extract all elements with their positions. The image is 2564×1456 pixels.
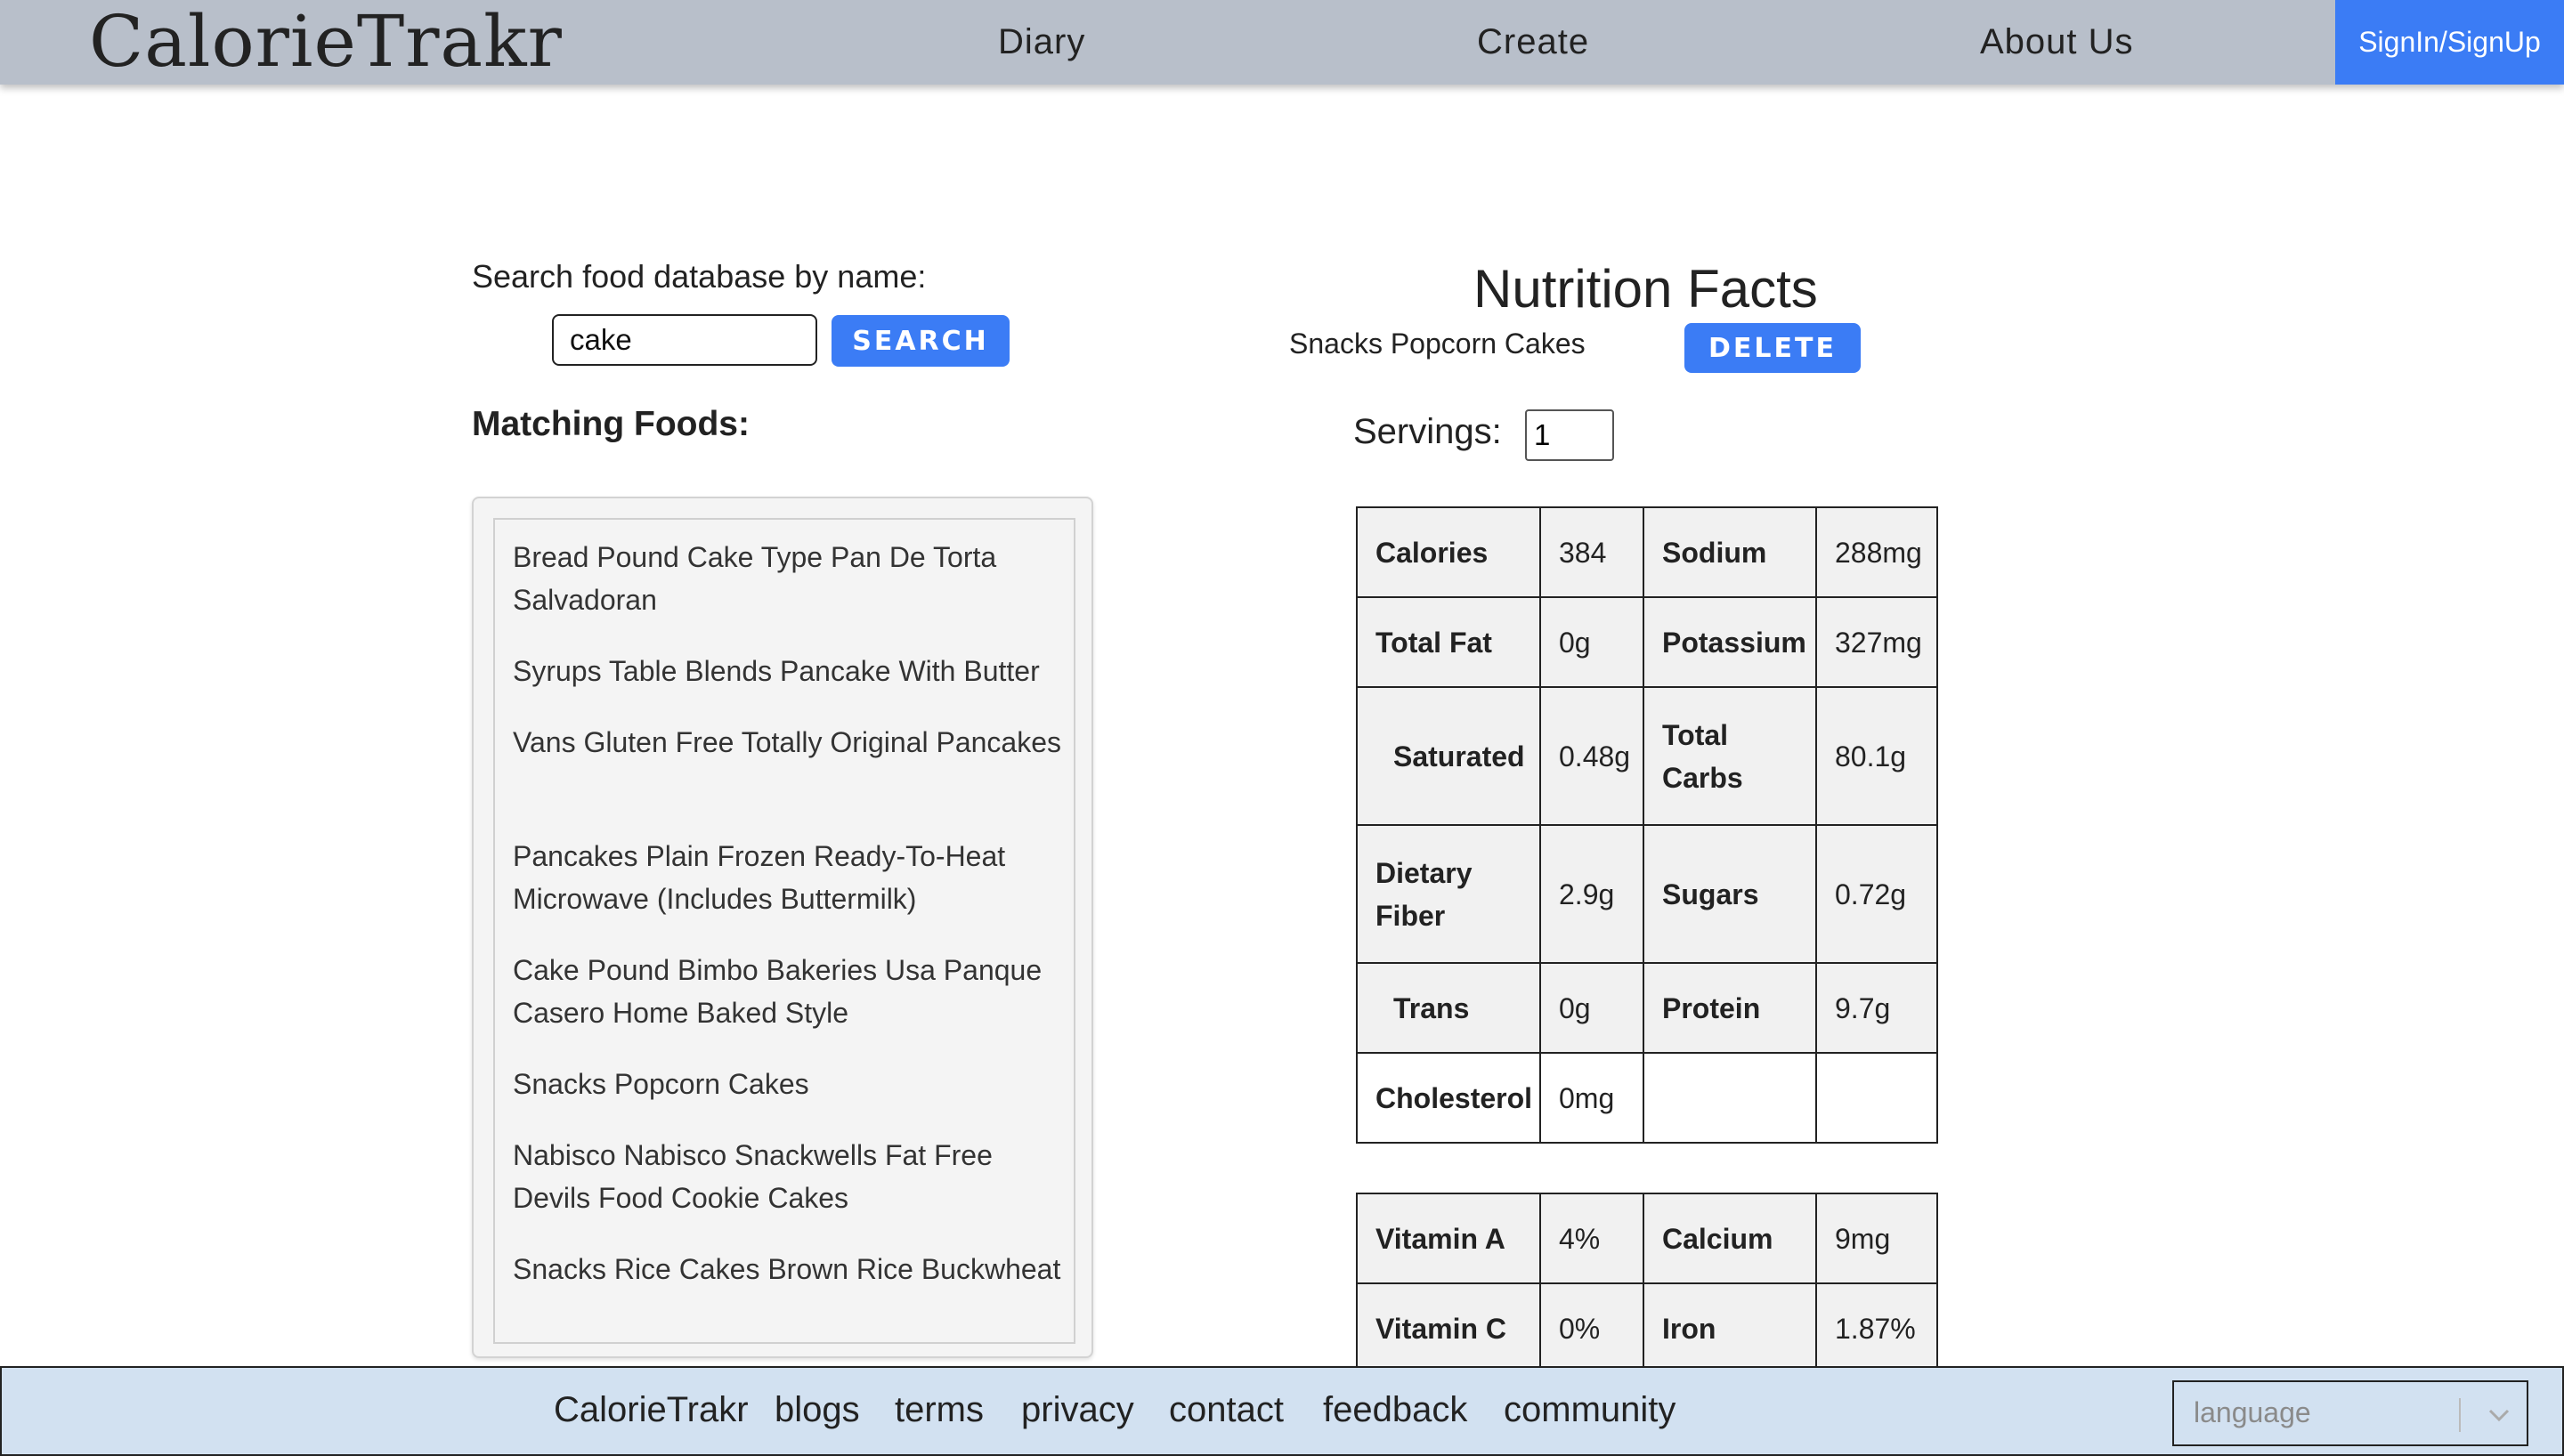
nutrient-value: 9.7g (1815, 962, 1938, 1054)
nutrient-value: 384 (1539, 506, 1644, 598)
nutrient-label: Saturated (1356, 686, 1541, 826)
nutrient-label: Total Carbs (1643, 686, 1817, 826)
list-item[interactable]: Nabisco Nabisco Snackwells Fat Free Devi… (513, 1134, 1065, 1219)
nutrient-label: Sodium (1643, 506, 1817, 598)
language-placeholder: language (2194, 1396, 2311, 1428)
matching-foods-title: Matching Foods: (472, 405, 750, 443)
nutrient-label: Dietary Fiber (1356, 824, 1541, 964)
nutrient-label: Protein (1643, 962, 1817, 1054)
table-row: Total Fat 0g Potassium 327mg (1356, 596, 1938, 688)
nav-diary[interactable]: Diary (998, 20, 1085, 64)
table-row: Cholesterol 0mg (1356, 1052, 1938, 1144)
list-item[interactable]: Pancakes Plain Frozen Ready-To-Heat Micr… (513, 835, 1065, 920)
nutrient-label: Calories (1356, 506, 1541, 598)
nutrient-value: 1.87% (1815, 1282, 1938, 1374)
delete-button[interactable]: DELETE (1684, 323, 1861, 373)
list-item[interactable]: Bread Pound Cake Type Pan De Torta Salva… (513, 536, 1065, 621)
matching-foods-panel: Bread Pound Cake Type Pan De Torta Salva… (472, 497, 1093, 1358)
servings-input[interactable] (1525, 409, 1614, 461)
top-navbar: CalorieTrakr Diary Create About Us SignI… (0, 0, 2564, 85)
table-row: Calories 384 Sodium 288mg (1356, 506, 1938, 598)
table-row: Trans 0g Protein 9.7g (1356, 962, 1938, 1054)
nutrition-table: Calories 384 Sodium 288mg Total Fat 0g P… (1356, 506, 1938, 1374)
list-item[interactable]: Cake Pound Bimbo Bakeries Usa Panque Cas… (513, 949, 1065, 1034)
table-spacer (1357, 1143, 1937, 1193)
footer-link-community[interactable]: community (1504, 1387, 1676, 1432)
nutrient-label: Trans (1356, 962, 1541, 1054)
nutrient-value: 0% (1539, 1282, 1644, 1374)
nutrient-value: 327mg (1815, 596, 1938, 688)
nutrition-facts-title: Nutrition Facts (1473, 259, 1818, 319)
search-input[interactable] (552, 314, 817, 366)
nutrient-label: Potassium (1643, 596, 1817, 688)
table-row: Dietary Fiber 2.9g Sugars 0.72g (1356, 824, 1938, 964)
nutrient-value: 288mg (1815, 506, 1938, 598)
footer-bar: CalorieTrakr blogs terms privacy contact… (0, 1366, 2564, 1456)
table-row: Vitamin C 0% Iron 1.87% (1356, 1282, 1938, 1374)
nutrient-value: 4% (1539, 1193, 1644, 1284)
nav-about-us[interactable]: About Us (1980, 20, 2134, 64)
footer-link-calorietrakr[interactable]: CalorieTrakr (554, 1387, 749, 1432)
nutrient-label: Iron (1643, 1282, 1817, 1374)
select-divider (2459, 1398, 2461, 1432)
signin-signup-button[interactable]: SignIn/SignUp (2335, 0, 2564, 85)
nutrient-label: Sugars (1643, 824, 1817, 964)
list-item[interactable]: Vans Gluten Free Totally Original Pancak… (513, 721, 1065, 764)
list-item[interactable]: Snacks Rice Cakes Brown Rice Buckwheat (513, 1248, 1065, 1290)
table-row: Saturated 0.48g Total Carbs 80.1g (1356, 686, 1938, 826)
language-select[interactable]: language (2172, 1380, 2528, 1446)
nutrient-value: 0.48g (1539, 686, 1644, 826)
footer-link-contact[interactable]: contact (1169, 1387, 1284, 1432)
nutrient-value: 80.1g (1815, 686, 1938, 826)
nutrient-value: 9mg (1815, 1193, 1938, 1284)
search-button[interactable]: SEARCH (832, 315, 1010, 367)
footer-link-feedback[interactable]: feedback (1323, 1387, 1467, 1432)
nav-create[interactable]: Create (1477, 20, 1589, 64)
footer-link-privacy[interactable]: privacy (1021, 1387, 1134, 1432)
footer-link-blogs[interactable]: blogs (775, 1387, 860, 1432)
nutrient-value: 0.72g (1815, 824, 1938, 964)
chevron-down-icon (2488, 1409, 2510, 1422)
nutrient-value: 0g (1539, 962, 1644, 1054)
nutrient-label: Vitamin C (1356, 1282, 1541, 1374)
servings-label: Servings: (1353, 412, 1502, 451)
selected-food-name: Snacks Popcorn Cakes (1289, 328, 1586, 360)
nutrient-label: Total Fat (1356, 596, 1541, 688)
nutrient-label: Cholesterol (1356, 1052, 1541, 1144)
app-logo[interactable]: CalorieTrakr (89, 2, 563, 82)
nutrient-label (1643, 1052, 1817, 1144)
table-row: Vitamin A 4% Calcium 9mg (1356, 1193, 1938, 1284)
nutrient-value (1815, 1052, 1938, 1144)
matching-foods-list[interactable]: Bread Pound Cake Type Pan De Torta Salva… (493, 518, 1075, 1344)
search-label: Search food database by name: (472, 258, 927, 295)
nutrient-value: 2.9g (1539, 824, 1644, 964)
list-item[interactable]: Syrups Table Blends Pancake With Butter (513, 650, 1065, 692)
nutrient-label: Calcium (1643, 1193, 1817, 1284)
list-item[interactable]: Snacks Popcorn Cakes (513, 1063, 1065, 1105)
nutrient-value: 0mg (1539, 1052, 1644, 1144)
spacer-cell (1357, 1143, 1937, 1193)
footer-link-terms[interactable]: terms (895, 1387, 984, 1432)
nutrient-label: Vitamin A (1356, 1193, 1541, 1284)
nutrient-value: 0g (1539, 596, 1644, 688)
